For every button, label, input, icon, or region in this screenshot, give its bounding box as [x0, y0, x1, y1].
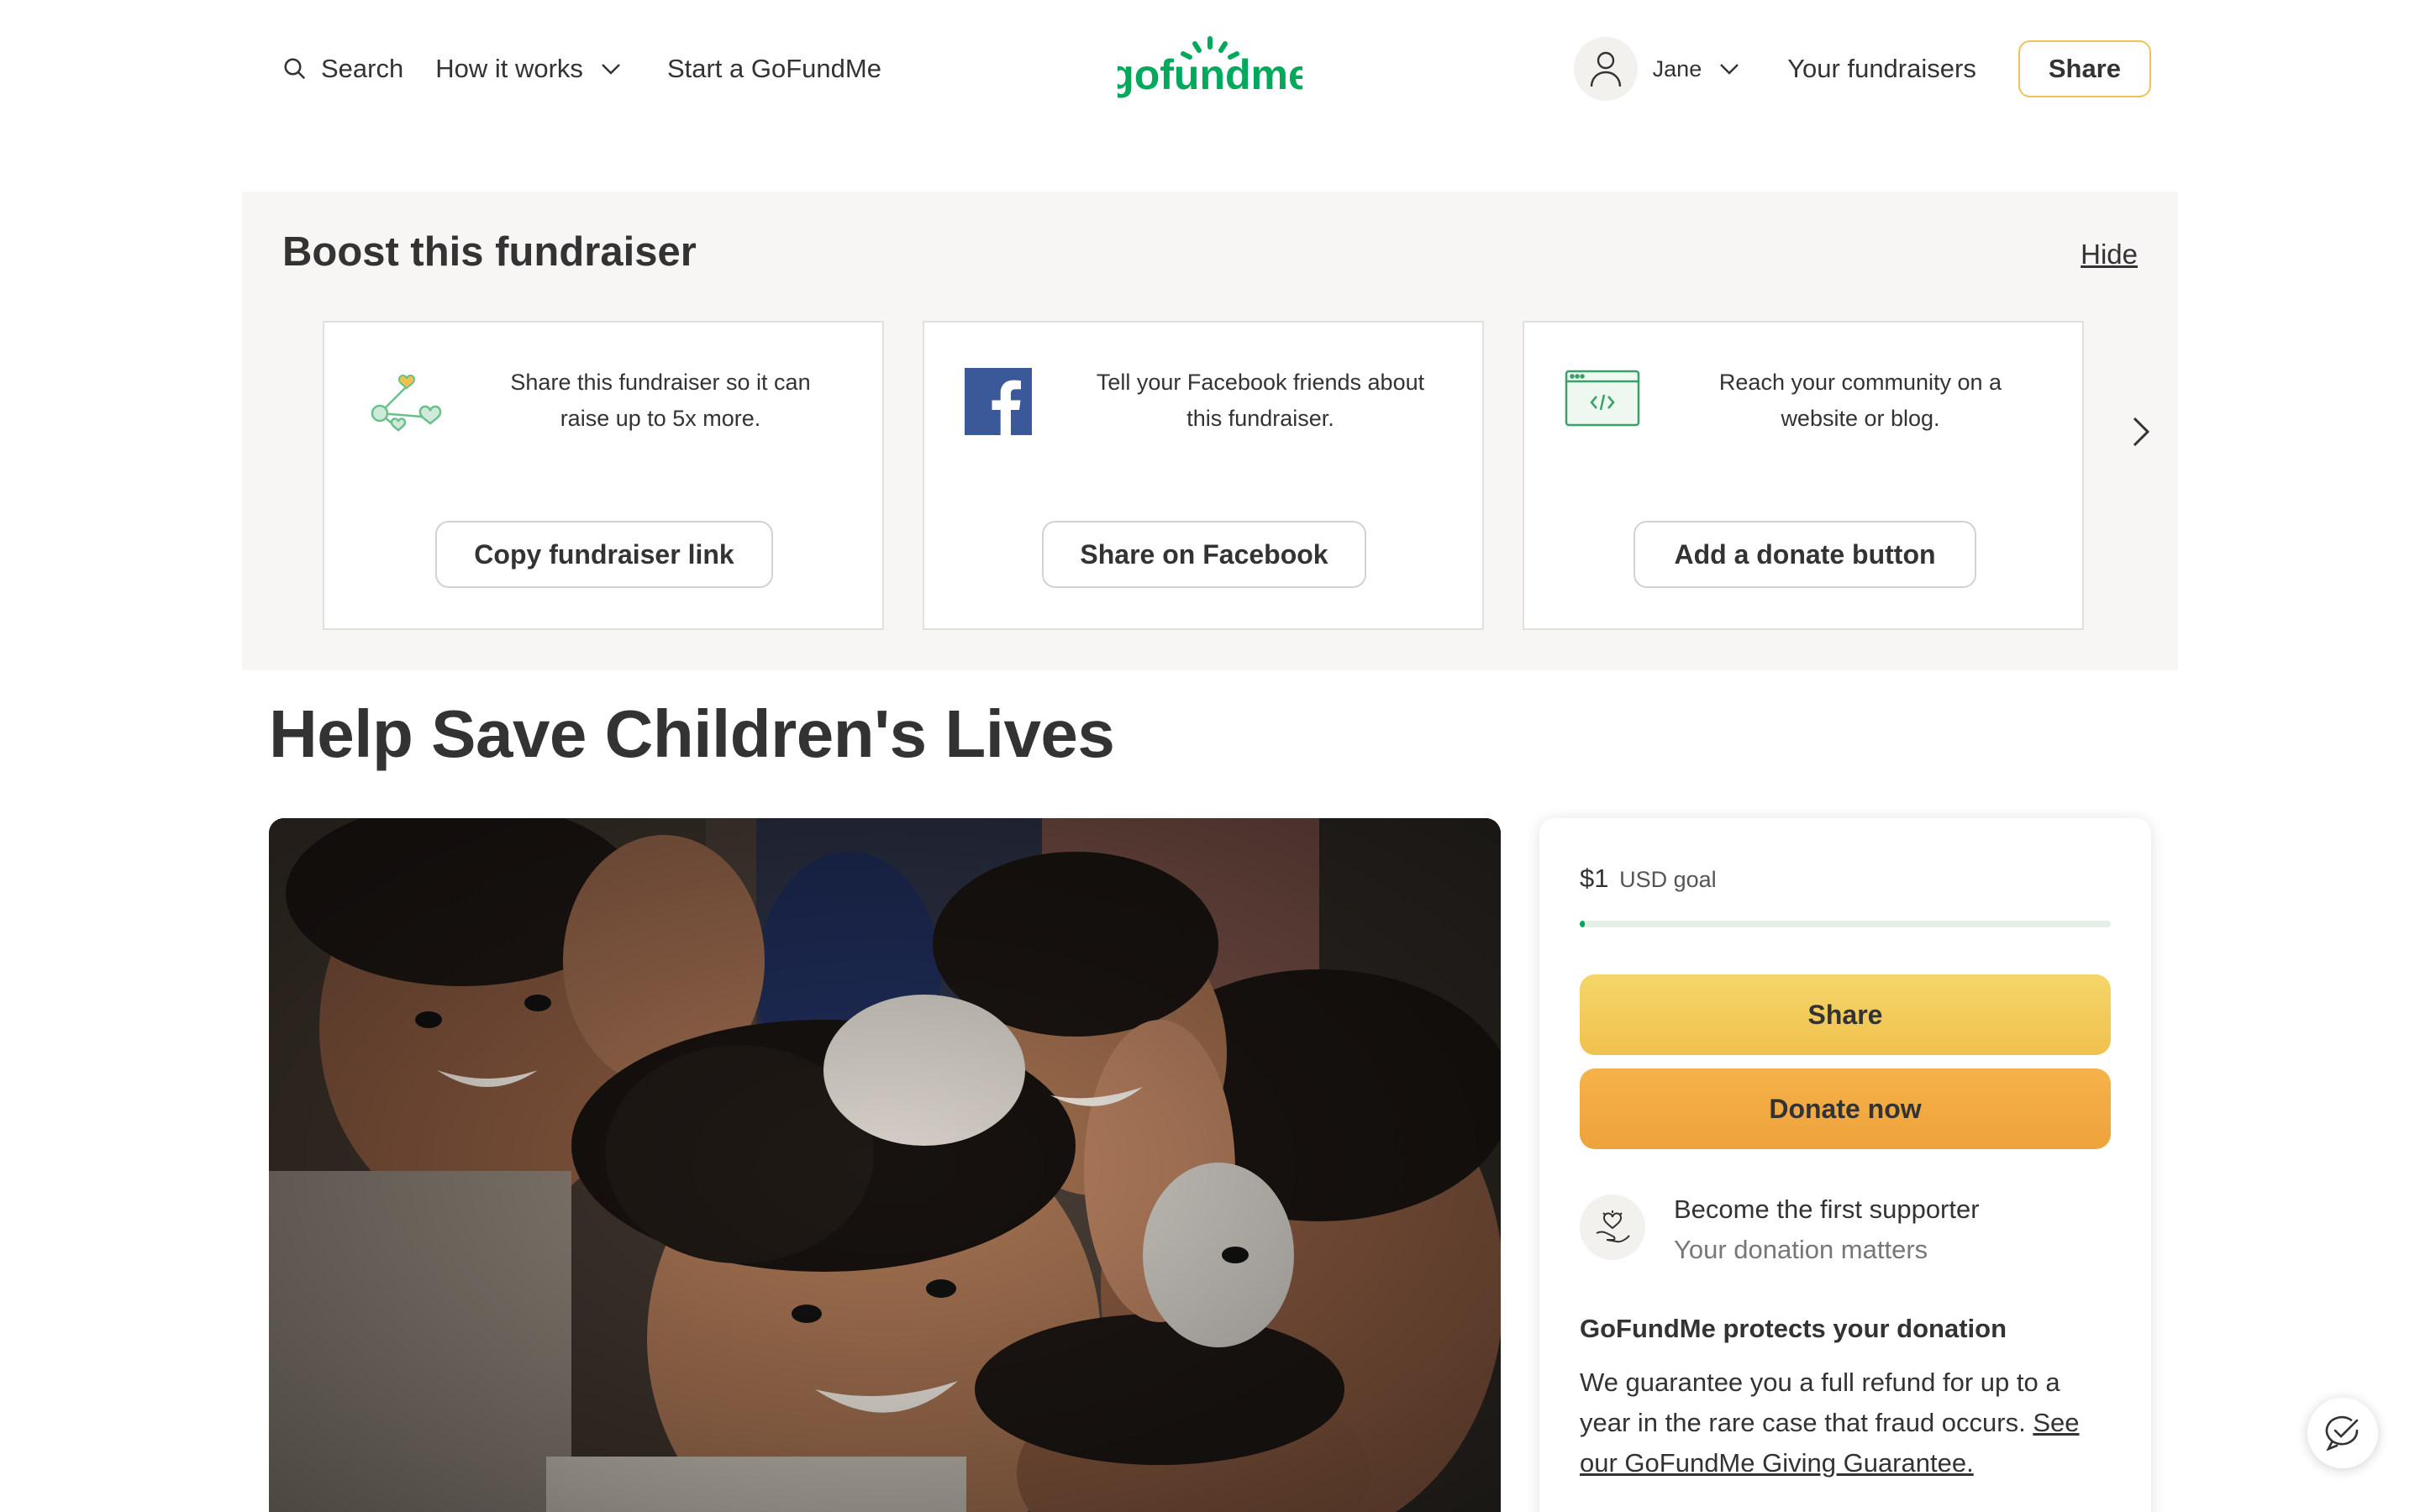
start-gofundme-label: Start a GoFundMe: [666, 54, 881, 83]
chevron-right-icon: [2133, 417, 2150, 447]
search-button[interactable]: Search: [282, 47, 403, 91]
chevron-down-icon: [1718, 62, 1740, 76]
page-title: Help Save Children's Lives: [269, 696, 1115, 771]
share-hearts-icon: [365, 368, 445, 444]
boost-title: Boost this fundraiser: [282, 229, 697, 275]
boost-card-facebook: Tell your Facebook friends about this fu…: [923, 321, 1484, 630]
supporter-title: Become the first supporter: [1674, 1194, 1980, 1224]
logo-text: gofundme: [1118, 51, 1302, 98]
start-gofundme-link[interactable]: Start a GoFundMe: [667, 47, 881, 91]
fundraiser-hero-image: [269, 818, 1501, 1512]
share-button[interactable]: Share: [1580, 974, 2111, 1055]
boost-card-share: Share this fundraiser so it can raise up…: [323, 321, 884, 630]
first-supporter-block: Become the first supporter Your donation…: [1580, 1189, 2118, 1273]
search-icon: [282, 56, 308, 81]
protect-text: We guarantee you a full refund for up to…: [1580, 1362, 2118, 1483]
goal-display: $1 USD goal: [1580, 864, 1717, 894]
carousel-next-button[interactable]: [2121, 410, 2161, 454]
chat-check-icon: [2325, 1415, 2359, 1452]
supporter-subtitle: Your donation matters: [1674, 1235, 1928, 1264]
goal-label: USD goal: [1619, 867, 1717, 892]
hide-link[interactable]: Hide: [2081, 239, 2138, 270]
boost-card-text: Tell your Facebook friends about this fu…: [1096, 370, 1425, 431]
share-facebook-button[interactable]: Share on Facebook: [1042, 521, 1366, 588]
boost-panel: Boost this fundraiser Hide Share this fu…: [242, 192, 2178, 670]
how-it-works-menu[interactable]: How it works: [435, 47, 622, 91]
header-share-button[interactable]: Share: [2018, 40, 2151, 97]
user-menu[interactable]: Jane: [1573, 37, 1741, 101]
help-chat-button[interactable]: [2307, 1398, 2378, 1468]
protect-title: GoFundMe protects your donation: [1580, 1314, 2007, 1343]
progress-bar: [1580, 921, 2111, 927]
goal-amount: $1: [1580, 864, 1609, 893]
donate-now-button[interactable]: Donate now: [1580, 1068, 2111, 1149]
donation-sidebar: $1 USD goal Share Donate now Become the …: [1539, 818, 2151, 1512]
user-name: Jane: [1652, 55, 1702, 81]
chevron-down-icon: [600, 62, 622, 76]
gofundme-logo[interactable]: gofundme: [1108, 34, 1312, 102]
your-fundraisers-link[interactable]: Your fundraisers: [1787, 54, 1976, 84]
user-icon: [1590, 51, 1621, 87]
copy-link-button[interactable]: Copy fundraiser link: [435, 521, 773, 588]
boost-card-text: Share this fundraiser so it can raise up…: [510, 370, 811, 431]
heart-hand-icon: [1580, 1194, 1645, 1260]
boost-card-text: Reach your community on a website or blo…: [1718, 370, 2002, 431]
header-nav-left: Search How it works Start a GoFundMe: [282, 47, 881, 91]
header-nav-right: Jane Your fundraisers Share: [1573, 37, 2151, 101]
avatar: [1573, 37, 1638, 101]
code-embed-icon: [1565, 368, 1640, 433]
progress-fill: [1580, 921, 1586, 927]
site-header: Search How it works Start a GoFundMe gof…: [0, 0, 2420, 138]
search-label: Search: [321, 54, 404, 83]
protect-body: We guarantee you a full refund for up to…: [1580, 1368, 2060, 1437]
facebook-icon: [965, 368, 1032, 439]
boost-card-donate-button: Reach your community on a website or blo…: [1523, 321, 2084, 630]
how-it-works-label: How it works: [435, 54, 583, 83]
add-donate-button[interactable]: Add a donate button: [1634, 521, 1976, 588]
